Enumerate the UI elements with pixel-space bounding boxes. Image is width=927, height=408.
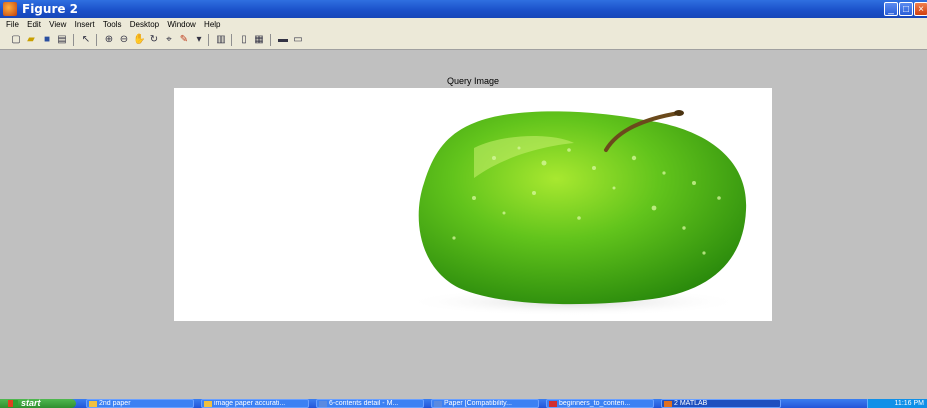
taskbar-item[interactable]: Paper [Compatibility...: [431, 399, 539, 408]
windows-logo-icon: [8, 400, 18, 407]
menu-help[interactable]: Help: [201, 18, 223, 31]
clock: 11:16 PM: [894, 400, 924, 407]
data-cursor-icon[interactable]: ⌖: [163, 34, 175, 46]
taskbar-item-label: 2 MATLAB: [674, 400, 708, 407]
axes-title: Query Image: [446, 76, 500, 86]
hide-plot-tools-icon[interactable]: ▦: [253, 34, 265, 46]
minimize-button[interactable]: _: [884, 2, 898, 16]
word-doc-icon: [319, 401, 327, 407]
taskbar-item-label: 6-contents detail - M...: [329, 400, 399, 407]
save-icon[interactable]: ■: [41, 34, 53, 46]
taskbar-item[interactable]: image paper accurati...: [201, 399, 309, 408]
image-axes[interactable]: [174, 88, 772, 321]
new-figure-icon[interactable]: ▢: [10, 34, 22, 46]
taskbar-item[interactable]: 2 MATLAB: [661, 399, 781, 408]
close-button[interactable]: ×: [914, 2, 927, 16]
taskbar-item-label: image paper accurati...: [214, 400, 286, 407]
taskbar-item-label: Paper [Compatibility...: [444, 400, 512, 407]
show-plot-tools-icon[interactable]: ▬: [277, 34, 289, 46]
toolbar-separator: [73, 34, 74, 46]
figure-toolbar: ▢ ▰ ■ ▤ ↖ ⊕ ⊖ ✋ ↻ ⌖ ✎ ▾ ▥ ▯ ▦ ▬ ▭: [0, 31, 927, 50]
brush-icon[interactable]: ✎: [178, 34, 190, 46]
window-title: Figure 2: [22, 2, 79, 16]
menu-edit[interactable]: Edit: [24, 18, 44, 31]
colorbar-icon[interactable]: ▥: [215, 34, 227, 46]
menu-window[interactable]: Window: [164, 18, 198, 31]
toolbar-separator: [231, 34, 232, 46]
folder-icon: [204, 401, 212, 407]
open-file-icon[interactable]: ▰: [25, 34, 37, 46]
zoom-in-icon[interactable]: ⊕: [103, 34, 115, 46]
menu-file[interactable]: File: [0, 18, 22, 31]
link-icon[interactable]: ▾: [193, 34, 205, 46]
zoom-out-icon[interactable]: ⊖: [118, 34, 130, 46]
taskbar-item[interactable]: beginners_to_conten...: [546, 399, 654, 408]
word-doc-icon: [434, 401, 442, 407]
apple-image: [404, 110, 747, 316]
menu-insert[interactable]: Insert: [72, 18, 98, 31]
matlab-icon: [3, 2, 17, 16]
system-tray: 11:16 PM: [867, 399, 927, 408]
legend-icon[interactable]: ▯: [238, 34, 250, 46]
apple-body: [418, 111, 747, 305]
start-button[interactable]: start: [0, 399, 76, 408]
dock-icon[interactable]: ▭: [292, 34, 304, 46]
maximize-button[interactable]: □: [899, 2, 913, 16]
print-icon[interactable]: ▤: [56, 34, 68, 46]
toolbar-separator: [270, 34, 271, 46]
menu-tools[interactable]: Tools: [100, 18, 125, 31]
taskbar-item[interactable]: 2nd paper: [86, 399, 194, 408]
taskbar-item[interactable]: 6-contents detail - M...: [316, 399, 424, 408]
menu-view[interactable]: View: [46, 18, 69, 31]
folder-icon: [89, 401, 97, 407]
matlab-icon: [664, 401, 672, 407]
menu-desktop[interactable]: Desktop: [127, 18, 162, 31]
taskbar-item-label: beginners_to_conten...: [559, 400, 631, 407]
apple-stem-tip: [674, 110, 684, 116]
menu-bar: File Edit View Insert Tools Desktop Wind…: [0, 18, 927, 31]
window-titlebar[interactable]: Figure 2 _ □ ×: [0, 0, 927, 18]
toolbar-separator: [208, 34, 209, 46]
pan-icon[interactable]: ✋: [133, 34, 145, 46]
rotate-icon[interactable]: ↻: [148, 34, 160, 46]
taskbar: start 2nd paper image paper accurati... …: [0, 399, 927, 408]
start-label: start: [21, 399, 41, 408]
pdf-icon: [549, 401, 557, 407]
pointer-icon[interactable]: ↖: [80, 34, 92, 46]
toolbar-separator: [96, 34, 97, 46]
taskbar-item-label: 2nd paper: [99, 400, 131, 407]
